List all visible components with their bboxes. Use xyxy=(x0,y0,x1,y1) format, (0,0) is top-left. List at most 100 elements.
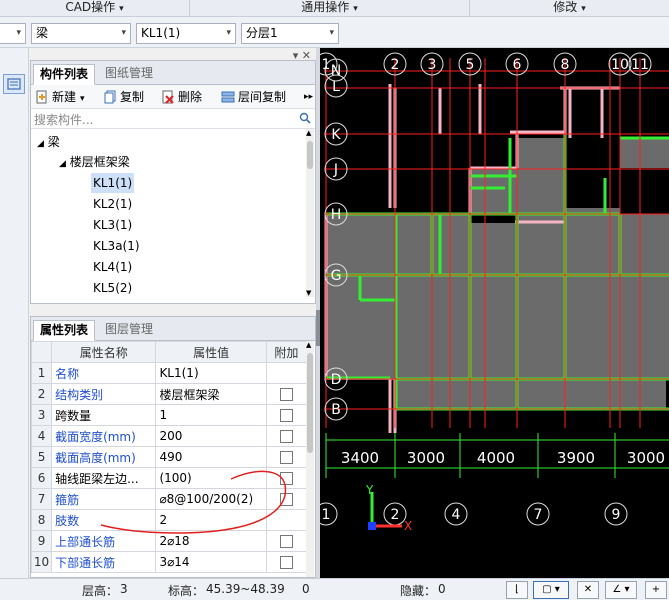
delete-button[interactable]: 删除 xyxy=(161,88,202,106)
tab-property-list[interactable]: 属性列表 xyxy=(33,320,96,341)
ribbon-group-cad[interactable]: CAD操作 ▾ xyxy=(0,0,190,17)
property-value[interactable]: 490 xyxy=(155,446,267,468)
header-extra: 附加 xyxy=(265,341,308,363)
table-row[interactable]: 8 肢数 2 xyxy=(31,509,308,531)
table-row[interactable]: 6 轴线距梁左边... (100) xyxy=(31,467,308,489)
property-value[interactable]: ⌀8@100/200(2) xyxy=(155,488,267,510)
chevron-down-icon: ▾ xyxy=(80,94,85,104)
scroll-down-icon[interactable]: ▼ xyxy=(306,289,311,297)
attach-checkbox[interactable] xyxy=(279,535,293,548)
add-button[interactable]: + xyxy=(645,581,667,599)
expand-triangle-icon[interactable]: ◢ xyxy=(37,139,44,149)
cad-drawing-area[interactable]: 3400 3000 4000 3900 3000 1 2 3 5 6 8 10 11 N L K J H G D B 1 2… xyxy=(320,48,669,578)
component-search[interactable]: 搜索构件... xyxy=(31,109,315,129)
cad-canvas[interactable]: 3400 3000 4000 3900 30001 2 3 5 6 8 10 11NLKJHGDB1 2… xyxy=(320,48,669,578)
property-value[interactable]: 3⌀14 xyxy=(155,551,267,573)
layer-select[interactable]: 分层1 ▾ xyxy=(241,23,339,44)
property-value[interactable]: 2 xyxy=(155,509,267,531)
navigation-toggle-button[interactable] xyxy=(3,74,25,94)
elevation-value: 45.39~48.39 xyxy=(206,582,285,596)
property-value[interactable]: 200 xyxy=(155,425,267,447)
ribbon-group-modify[interactable]: 修改 ▾ xyxy=(470,0,669,17)
row-index: 7 xyxy=(31,488,53,510)
cross-button[interactable]: ✕ xyxy=(577,581,599,599)
new-button[interactable]: 新建 ▾ xyxy=(35,88,85,106)
property-value[interactable]: KL1(1) xyxy=(155,362,267,384)
element-type-select[interactable]: 梁 ▾ xyxy=(31,23,131,44)
property-table: 属性名称 属性值 附加 1 名称 KL1(1) 2 结构类别 楼层框架梁 3 跨数量 1 4 截面宽… xyxy=(31,341,308,573)
ucs-x-label: X xyxy=(404,519,412,533)
attach-checkbox[interactable] xyxy=(279,430,293,443)
tree-node-beam[interactable]: ◢ 梁 xyxy=(37,132,60,152)
plus-icon: + xyxy=(651,584,661,595)
attach-checkbox[interactable] xyxy=(279,493,293,506)
more-button[interactable]: ▸▸ xyxy=(304,88,313,106)
component-select[interactable]: KL1(1) ▾ xyxy=(136,23,236,44)
tree-scrollbar[interactable]: ▲ ▼ xyxy=(306,129,314,297)
table-row[interactable]: 10 下部通长筋 3⌀14 xyxy=(31,551,308,573)
tree-node-frame-beam[interactable]: ◢ 楼层框架梁 xyxy=(59,152,130,172)
tree-item[interactable]: KL4(1) xyxy=(93,257,132,277)
ribbon-group-label: 通用操作 xyxy=(301,0,350,14)
attach-checkbox[interactable] xyxy=(279,556,293,569)
component-toolbar: 新建 ▾ 复制 删除 层间复制 ▸▸ xyxy=(31,85,315,109)
top-axis-bubble-label: 5 xyxy=(466,57,475,73)
property-value[interactable]: 1 xyxy=(155,404,267,426)
floor-select[interactable]: ▾ xyxy=(0,23,26,44)
tab-layer-manage[interactable]: 图层管理 xyxy=(99,320,159,341)
tree-item[interactable]: KL3(1) xyxy=(93,215,132,235)
slab-region xyxy=(396,276,470,379)
row-index: 9 xyxy=(31,530,53,552)
top-axis-bubble-label: 11 xyxy=(631,57,649,73)
property-value[interactable]: 楼层框架梁 xyxy=(155,383,267,405)
top-axis-bubble-label: 6 xyxy=(513,57,522,73)
table-row[interactable]: 2 结构类别 楼层框架梁 xyxy=(31,383,308,405)
table-row[interactable]: 3 跨数量 1 xyxy=(31,404,308,426)
left-axis-bubble-label: N xyxy=(331,63,341,79)
ribbon-group-label: 修改 xyxy=(553,0,578,14)
table-row[interactable]: 9 上部通长筋 2⌀18 xyxy=(31,530,308,552)
tree-item[interactable]: KL1(1) xyxy=(91,173,135,193)
attach-cell xyxy=(265,425,308,447)
left-axis-bubble-label: H xyxy=(331,207,342,223)
floor-copy-button[interactable]: 层间复制 xyxy=(221,88,286,106)
chevron-down-icon: ▾ xyxy=(329,28,334,38)
slab-region xyxy=(470,276,517,379)
attach-checkbox[interactable] xyxy=(279,472,293,485)
left-tool-strip xyxy=(0,48,29,578)
tree-item[interactable]: KL5(2) xyxy=(93,278,132,298)
copy-button[interactable]: 复制 xyxy=(103,88,144,106)
table-row[interactable]: 5 截面高度(mm) 490 xyxy=(31,446,308,468)
angle-button[interactable]: ∠ ▾ xyxy=(605,581,637,599)
property-value[interactable]: (100) xyxy=(155,467,267,489)
search-icon[interactable] xyxy=(299,112,311,124)
elevation-label: 标高： xyxy=(168,584,205,598)
ortho-button[interactable]: ⌊ xyxy=(506,581,528,599)
tab-drawing-manage[interactable]: 图纸管理 xyxy=(99,64,159,85)
header-value: 属性值 xyxy=(155,341,267,363)
attach-checkbox[interactable] xyxy=(279,388,293,401)
property-name: 下部通长筋 xyxy=(51,551,157,573)
chevron-down-icon: ▾ xyxy=(121,28,126,38)
ribbon-group-general[interactable]: 通用操作 ▾ xyxy=(190,0,470,17)
slab-region xyxy=(517,216,565,275)
scroll-thumb[interactable] xyxy=(307,353,313,453)
table-row[interactable]: 4 截面宽度(mm) 200 xyxy=(31,425,308,447)
table-row[interactable]: 7 箍筋 ⌀8@100/200(2) xyxy=(31,488,308,510)
attach-checkbox[interactable] xyxy=(279,409,293,422)
snap-button[interactable]: ▢ ▾ xyxy=(533,581,569,599)
scroll-up-icon[interactable]: ▲ xyxy=(306,129,311,137)
attach-checkbox[interactable] xyxy=(279,451,293,464)
property-scrollbar[interactable]: ▲ xyxy=(306,341,314,577)
angle-icon: ∠ ▾ xyxy=(612,584,630,595)
dimension-label: 4000 xyxy=(477,449,515,467)
expand-triangle-icon[interactable]: ◢ xyxy=(59,159,66,169)
scroll-up-icon[interactable]: ▲ xyxy=(306,341,311,349)
scroll-thumb[interactable] xyxy=(307,141,313,169)
property-value[interactable]: 2⌀18 xyxy=(155,530,267,552)
property-name: 肢数 xyxy=(51,509,157,531)
tree-item[interactable]: KL2(1) xyxy=(93,194,132,214)
tab-component-list[interactable]: 构件列表 xyxy=(33,64,96,85)
tree-item[interactable]: KL3a(1) xyxy=(93,236,140,256)
table-row[interactable]: 1 名称 KL1(1) xyxy=(31,362,308,384)
